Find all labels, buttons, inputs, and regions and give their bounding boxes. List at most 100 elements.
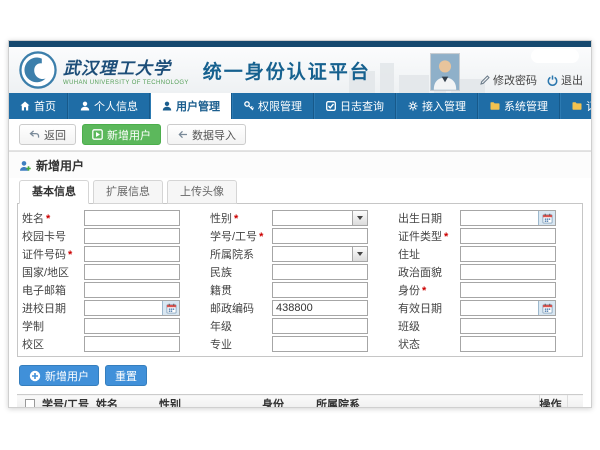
column-name: 姓名: [96, 395, 159, 409]
major-input[interactable]: [272, 336, 368, 352]
tab-basic-info[interactable]: 基本信息: [19, 180, 89, 204]
pencil-icon: [480, 75, 490, 85]
political-status-input[interactable]: [460, 264, 556, 280]
nav-item-user-management[interactable]: 用户管理: [150, 93, 232, 119]
nav-item-permission-management[interactable]: 权限管理: [232, 93, 314, 119]
grade-input[interactable]: [272, 318, 368, 334]
identity-input[interactable]: [460, 282, 556, 298]
back-button[interactable]: 返回: [19, 124, 76, 145]
calendar-icon[interactable]: [538, 301, 555, 315]
calendar-icon[interactable]: [538, 211, 555, 225]
department-select[interactable]: [272, 246, 368, 262]
campus-card-input[interactable]: [84, 228, 180, 244]
form-field-name: 姓名*: [22, 209, 200, 227]
field-label: 身份*: [398, 282, 460, 298]
field-label: 籍贯*: [210, 282, 272, 298]
nav-item-log-query[interactable]: 日志查询: [314, 93, 396, 119]
gear-icon: [408, 101, 418, 111]
form-field-status: 状态*: [398, 335, 576, 353]
form-field-postal-code: 邮政编码*: [210, 299, 388, 317]
tab-extended-info[interactable]: 扩展信息: [93, 180, 163, 204]
nav-item-subscription-management[interactable]: 订阅管理: [560, 93, 592, 119]
ethnicity-input[interactable]: [272, 264, 368, 280]
gender-select[interactable]: [272, 210, 368, 226]
form-field-country-region: 国家/地区*: [22, 263, 200, 281]
select-all-checkbox[interactable]: [25, 399, 35, 408]
school-name: 武汉理工大学: [63, 54, 189, 79]
campus-input[interactable]: [84, 336, 180, 352]
logout-link[interactable]: 退出: [547, 72, 583, 88]
new-user-icon: [92, 129, 103, 140]
nav-item-access-management[interactable]: 接入管理: [396, 93, 478, 119]
nav-item-system-management[interactable]: 系统管理: [478, 93, 560, 119]
form-field-native-place: 籍贯*: [210, 281, 388, 299]
form-actions: 新增用户 重置: [9, 357, 591, 394]
country-region-input[interactable]: [84, 264, 180, 280]
info-tabs: 基本信息 扩展信息 上传头像: [9, 180, 591, 203]
form-field-major: 专业*: [210, 335, 388, 353]
field-label: 状态*: [398, 336, 460, 352]
header: 武汉理工大学 WUHAN UNIVERSITY OF TECHNOLOGY 统一…: [9, 47, 591, 93]
form-field-study-length: 学制*: [22, 317, 200, 335]
class-input[interactable]: [460, 318, 556, 334]
field-label: 民族*: [210, 264, 272, 280]
study-length-input[interactable]: [84, 318, 180, 334]
form-field-department: 所属院系*: [210, 245, 388, 263]
user-results-table: 学号/工号 姓名 性别 身份 所属院系 操作: [17, 394, 583, 408]
nav-item-personal-info[interactable]: 个人信息: [68, 93, 150, 119]
name-input[interactable]: [84, 210, 180, 226]
email-input[interactable]: [84, 282, 180, 298]
column-spacer: [567, 395, 583, 409]
native-place-input[interactable]: [272, 282, 368, 298]
submit-add-user-button[interactable]: 新增用户: [19, 365, 99, 386]
column-actions: 操作: [539, 395, 567, 409]
field-label: 姓名*: [22, 210, 84, 226]
address-input[interactable]: [460, 246, 556, 262]
form-field-birth-date: 出生日期*: [398, 209, 576, 227]
form-field-grade: 年级*: [210, 317, 388, 335]
home-icon: [20, 101, 30, 111]
valid-date-input[interactable]: [460, 300, 556, 316]
field-label: 学制*: [22, 318, 84, 334]
id-number-input[interactable]: [84, 246, 180, 262]
form-field-political-status: 政治面貌*: [398, 263, 576, 281]
add-user-icon: [19, 160, 31, 172]
app-window: 武汉理工大学 WUHAN UNIVERSITY OF TECHNOLOGY 统一…: [8, 40, 592, 408]
field-label: 校园卡号*: [22, 228, 84, 244]
data-import-button[interactable]: 数据导入: [167, 124, 246, 145]
section-header: 新增用户: [9, 151, 591, 178]
birth-date-input[interactable]: [460, 210, 556, 226]
field-label: 电子邮箱*: [22, 282, 84, 298]
field-label: 进校日期*: [22, 300, 84, 316]
field-label: 班级*: [398, 318, 460, 334]
status-input[interactable]: [460, 336, 556, 352]
column-identity: 身份: [262, 395, 316, 409]
postal-code-input[interactable]: [272, 300, 368, 316]
field-label: 有效日期*: [398, 300, 460, 316]
calendar-icon[interactable]: [162, 301, 179, 315]
entry-date-input[interactable]: [84, 300, 180, 316]
field-label: 证件类型*: [398, 228, 460, 244]
field-label: 证件号码*: [22, 246, 84, 262]
nav-item-home[interactable]: 首页: [9, 93, 68, 119]
add-user-toolbar-button[interactable]: 新增用户: [82, 124, 161, 145]
log-check-icon: [326, 101, 336, 111]
tab-upload-avatar[interactable]: 上传头像: [167, 180, 237, 204]
user-avatar[interactable]: [430, 53, 460, 91]
reset-button[interactable]: 重置: [105, 365, 147, 386]
form-field-ethnicity: 民族*: [210, 263, 388, 281]
form-field-campus: 校区*: [22, 335, 200, 353]
student-id-input[interactable]: [272, 228, 368, 244]
field-label: 所属院系*: [210, 246, 272, 262]
school-name-english: WUHAN UNIVERSITY OF TECHNOLOGY: [63, 80, 189, 86]
id-type-input[interactable]: [460, 228, 556, 244]
chevron-down-icon: [352, 211, 367, 225]
user-icon: [162, 101, 172, 111]
main-nav: 首页 个人信息 用户管理 权限管理 日志查询 接入管理 系统管理 订阅管理: [9, 93, 591, 119]
form-field-campus-card: 校园卡号*: [22, 227, 200, 245]
form-field-id-type: 证件类型*: [398, 227, 576, 245]
platform-title: 统一身份认证平台: [203, 57, 371, 84]
change-password-link[interactable]: 修改密码: [480, 72, 537, 88]
field-label: 出生日期*: [398, 210, 460, 226]
field-label: 校区*: [22, 336, 84, 352]
